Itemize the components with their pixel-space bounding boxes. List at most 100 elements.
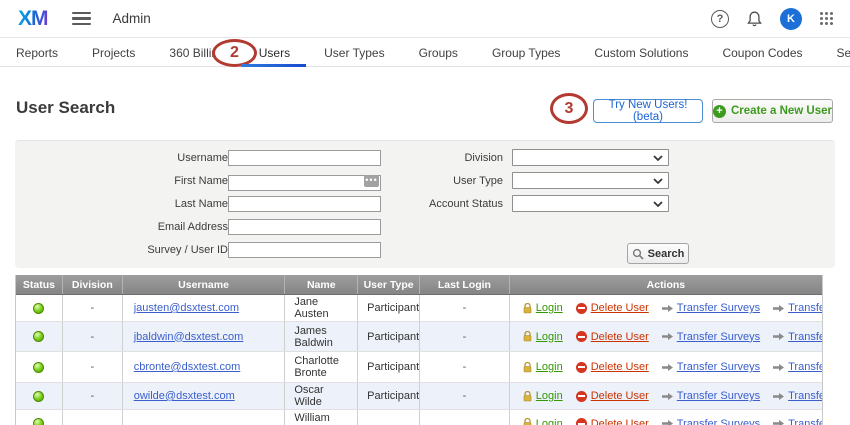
actions-cell: Login Delete User Transfer Surveys Trans… [510, 352, 822, 382]
user-search-form: Username Division First Name ••• User Ty… [15, 140, 835, 268]
transfer-workflows-action[interactable]: Transfer workflows [773, 331, 822, 343]
search-button[interactable]: Search [627, 243, 689, 264]
user-results-table: Status Division Username Name User Type … [15, 275, 823, 425]
login-action[interactable]: Login [523, 331, 563, 343]
tab-group-types[interactable]: Group Types [492, 39, 560, 67]
delete-icon [576, 303, 587, 314]
admin-user-search-screen: XM Admin ? K Reports Projects 360 Billin… [0, 0, 850, 425]
login-action[interactable]: Login [523, 390, 563, 402]
search-icon [632, 248, 644, 260]
arrow-right-icon [662, 304, 673, 313]
tab-projects[interactable]: Projects [92, 39, 135, 67]
username-link[interactable]: cbronte@dsxtest.com [134, 361, 241, 373]
transfer-workflows-action[interactable]: Transfer workflows [773, 390, 822, 402]
division-cell: - [63, 352, 123, 382]
division-cell [63, 410, 123, 425]
lock-icon [523, 391, 532, 402]
create-new-user-button[interactable]: + Create a New User [712, 99, 833, 123]
table-row: - owilde@dsxtest.com Oscar Wilde Partici… [16, 383, 822, 410]
division-label: Division [303, 152, 503, 164]
survey-user-id-label: Survey / User ID [28, 244, 228, 256]
transfer-surveys-action[interactable]: Transfer Surveys [662, 418, 760, 425]
arrow-right-icon [773, 332, 784, 341]
tab-coupon-codes[interactable]: Coupon Codes [722, 39, 802, 67]
status-active-icon [33, 362, 44, 373]
header-actions: Actions [510, 275, 822, 294]
app-title: Admin [113, 11, 151, 26]
name-cell: William [285, 410, 358, 425]
last-login-cell: - [420, 295, 510, 321]
help-icon[interactable]: ? [711, 10, 729, 28]
delete-icon [576, 331, 587, 342]
tab-custom-solutions[interactable]: Custom Solutions [594, 39, 688, 67]
delete-user-action[interactable]: Delete User [576, 418, 649, 425]
arrow-right-icon [662, 392, 673, 401]
delete-user-action[interactable]: Delete User [576, 361, 649, 373]
transfer-surveys-action[interactable]: Transfer Surveys [662, 361, 760, 373]
username-link[interactable]: jbaldwin@dsxtest.com [134, 331, 244, 343]
last-login-cell: - [420, 352, 510, 382]
username-link[interactable]: jausten@dsxtest.com [134, 302, 239, 314]
user-type-select[interactable] [512, 172, 669, 189]
arrow-right-icon [773, 419, 784, 425]
lock-icon [523, 362, 532, 373]
hamburger-menu-icon[interactable] [72, 12, 91, 25]
last-login-cell: - [420, 322, 510, 351]
user-type-label: User Type [303, 175, 503, 187]
lock-icon [523, 331, 532, 342]
username-label: Username [28, 152, 228, 164]
create-new-user-label: Create a New User [731, 105, 832, 117]
header-username: Username [123, 275, 286, 294]
delete-user-action[interactable]: Delete User [576, 390, 649, 402]
user-avatar[interactable]: K [780, 8, 802, 30]
last-name-label: Last Name [28, 198, 228, 210]
transfer-workflows-action[interactable]: Transfer workflows [773, 418, 822, 425]
actions-cell: Login Delete User Transfer Surveys Trans… [510, 295, 822, 321]
tab-users[interactable]: Users [259, 39, 290, 67]
arrow-right-icon [773, 304, 784, 313]
arrow-right-icon [662, 363, 673, 372]
transfer-workflows-action[interactable]: Transfer workflows [773, 302, 822, 314]
transfer-surveys-action[interactable]: Transfer Surveys [662, 331, 760, 343]
actions-cell: Login Delete User Transfer Surveys Trans… [510, 383, 822, 409]
tab-groups[interactable]: Groups [419, 39, 458, 67]
user-type-cell: Participant [358, 322, 420, 351]
name-cell: Jane Austen [285, 295, 358, 321]
name-cell: Charlotte Bronte [285, 352, 358, 382]
division-cell: - [63, 383, 123, 409]
status-active-icon [33, 303, 44, 314]
table-row: - jbaldwin@dsxtest.com James Baldwin Par… [16, 322, 822, 352]
transfer-workflows-action[interactable]: Transfer workflows [773, 361, 822, 373]
tab-reports[interactable]: Reports [16, 39, 58, 67]
actions-cell: Login Delete User Transfer Surveys Trans… [510, 322, 822, 351]
tab-user-types[interactable]: User Types [324, 39, 384, 67]
division-cell: - [63, 295, 123, 321]
division-cell: - [63, 322, 123, 351]
delete-icon [576, 391, 587, 402]
chevron-down-icon [653, 155, 663, 161]
try-new-users-button[interactable]: Try New Users! (beta) [593, 99, 703, 123]
tab-security[interactable]: Security [837, 39, 850, 67]
header-user-type: User Type [358, 275, 420, 294]
delete-user-action[interactable]: Delete User [576, 302, 649, 314]
account-status-select[interactable] [512, 195, 669, 212]
table-row: - cbronte@dsxtest.com Charlotte Bronte P… [16, 352, 822, 383]
notifications-bell-icon[interactable] [746, 10, 763, 28]
name-cell: Oscar Wilde [285, 383, 358, 409]
login-action[interactable]: Login [523, 418, 563, 425]
survey-user-id-input[interactable] [228, 242, 381, 258]
delete-user-action[interactable]: Delete User [576, 331, 649, 343]
login-action[interactable]: Login [523, 361, 563, 373]
email-address-input[interactable] [228, 219, 381, 235]
app-grid-icon[interactable] [819, 11, 834, 26]
username-link[interactable]: owilde@dsxtest.com [134, 390, 235, 402]
transfer-surveys-action[interactable]: Transfer Surveys [662, 302, 760, 314]
table-row: - jausten@dsxtest.com Jane Austen Partic… [16, 295, 822, 322]
table-header-row: Status Division Username Name User Type … [16, 275, 822, 295]
login-action[interactable]: Login [523, 302, 563, 314]
user-type-cell [358, 410, 420, 425]
division-select[interactable] [512, 149, 669, 166]
status-active-icon [33, 391, 44, 402]
user-type-cell: Participant [358, 295, 420, 321]
transfer-surveys-action[interactable]: Transfer Surveys [662, 390, 760, 402]
